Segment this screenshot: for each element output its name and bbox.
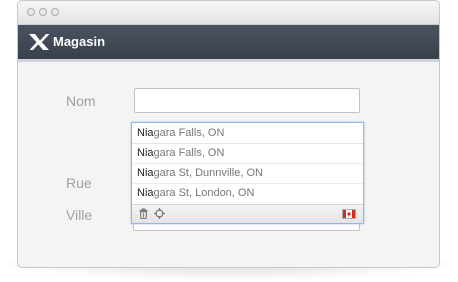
trash-icon[interactable] (138, 208, 149, 219)
maximize-window-button[interactable] (51, 8, 59, 16)
address-autocomplete: Niagara Falls, ON Niagara Falls, ON Niag… (131, 122, 364, 224)
suggestion-item[interactable]: Niagara Falls, ON (132, 144, 363, 164)
nom-input[interactable] (134, 88, 360, 113)
app-header: Magasin (18, 25, 439, 59)
close-window-button[interactable] (27, 8, 35, 16)
brand-name: Magasin (53, 34, 106, 49)
canada-flag-icon[interactable] (342, 209, 356, 219)
ville-label: Ville (66, 207, 93, 223)
header-divider (18, 59, 439, 62)
x-logo-icon (29, 34, 50, 50)
rue-label: Rue (66, 175, 92, 191)
minimize-window-button[interactable] (39, 8, 47, 16)
suggestion-item[interactable]: Niagara St, Dunnville, ON (132, 164, 363, 184)
nom-label: Nom (66, 93, 96, 109)
app-window: Magasin Nom Rue Ville Niagara Falls, ON … (17, 0, 440, 268)
locate-icon[interactable] (154, 208, 165, 219)
rue-input[interactable]: Niagara Falls, ON (132, 123, 363, 144)
autocomplete-footer (132, 204, 363, 223)
title-bar (18, 1, 439, 25)
suggestion-item[interactable]: Niagara St, London, ON (132, 184, 363, 204)
